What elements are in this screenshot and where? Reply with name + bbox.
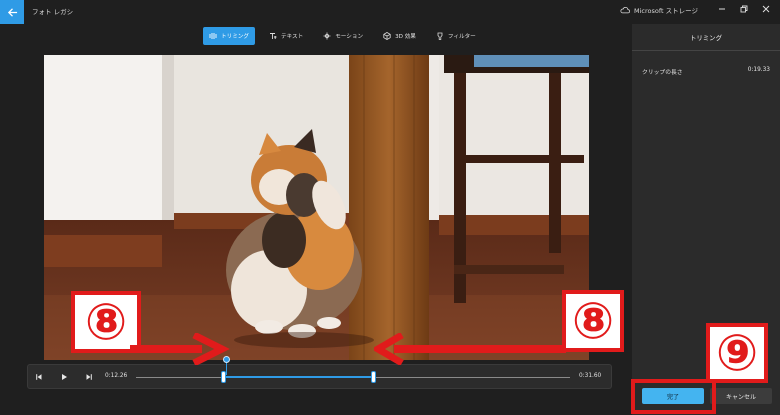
trim-end-handle[interactable] bbox=[371, 371, 376, 383]
step9-number: ⑨ bbox=[710, 327, 764, 379]
clip-length-label: クリップの長さ bbox=[642, 70, 683, 76]
restore-button[interactable] bbox=[737, 3, 751, 15]
tool-filter[interactable]: フィルター bbox=[430, 27, 482, 45]
start-time: 0:12.26 bbox=[105, 373, 128, 379]
close-icon bbox=[762, 5, 770, 13]
arrow-right-to-start-handle bbox=[130, 333, 230, 365]
tool-filter-label: フィルター bbox=[447, 34, 476, 40]
previous-frame-icon bbox=[36, 374, 42, 380]
app-title: フォト レガシ bbox=[32, 8, 74, 16]
tool-trim[interactable]: トリミング bbox=[203, 27, 255, 45]
edit-toolbar: トリミング テキスト モーション 3D 効果 フィルター bbox=[203, 27, 482, 45]
next-frame-button[interactable] bbox=[84, 372, 94, 382]
trim-start-handle[interactable] bbox=[221, 371, 226, 383]
store-label: Microsoft ストレージ bbox=[634, 7, 699, 15]
tool-motion[interactable]: モーション bbox=[317, 27, 369, 45]
step9-callout: ⑨ bbox=[706, 323, 768, 383]
tool-3d-effects[interactable]: 3D 効果 bbox=[377, 27, 422, 45]
cancel-button[interactable]: キャンセル bbox=[710, 388, 772, 404]
text-icon bbox=[269, 33, 277, 39]
minimize-icon bbox=[719, 8, 725, 10]
step8-right-glyph: ⑧ bbox=[571, 292, 615, 350]
arrow-left-to-end-handle bbox=[374, 333, 566, 365]
back-arrow-icon bbox=[7, 7, 17, 17]
previous-frame-button[interactable] bbox=[34, 372, 44, 382]
tool-text[interactable]: テキスト bbox=[263, 27, 309, 45]
play-icon bbox=[62, 374, 67, 380]
step8-right-number: ⑧ bbox=[566, 294, 620, 348]
playback-bar: 0:12.26 0:31.60 bbox=[27, 356, 612, 389]
tool-text-label: テキスト bbox=[280, 34, 304, 40]
step8-left-number: ⑧ bbox=[75, 295, 137, 349]
motion-icon bbox=[323, 32, 331, 40]
clip-length-value: 0:19.33 bbox=[747, 67, 770, 73]
step9-glyph: ⑨ bbox=[715, 324, 759, 382]
end-time: 0:31.60 bbox=[579, 373, 602, 379]
play-button[interactable] bbox=[59, 372, 69, 382]
title-bar: フォト レガシ Microsoft ストレージ bbox=[0, 0, 780, 24]
tool-motion-label: モーション bbox=[335, 34, 364, 40]
back-button[interactable] bbox=[0, 0, 24, 24]
restore-icon bbox=[740, 5, 748, 13]
panel-title: トリミング bbox=[690, 34, 722, 42]
step8-left-glyph: ⑧ bbox=[84, 293, 128, 351]
3d-effects-icon bbox=[383, 32, 391, 40]
trim-icon bbox=[209, 33, 217, 39]
close-button[interactable] bbox=[759, 3, 773, 15]
tool-trim-label: トリミング bbox=[221, 34, 249, 40]
minimize-button[interactable] bbox=[715, 3, 729, 15]
microsoft-store-badge[interactable]: Microsoft ストレージ bbox=[620, 5, 698, 15]
tool-3d-effects-label: 3D 効果 bbox=[395, 34, 416, 40]
panel-divider bbox=[632, 50, 780, 51]
filter-icon bbox=[437, 32, 443, 40]
done-button-highlight bbox=[631, 379, 716, 414]
trim-selection bbox=[224, 376, 374, 378]
cloud-icon bbox=[620, 7, 630, 14]
step8-right-callout: ⑧ bbox=[562, 290, 624, 352]
next-frame-icon bbox=[86, 374, 92, 380]
